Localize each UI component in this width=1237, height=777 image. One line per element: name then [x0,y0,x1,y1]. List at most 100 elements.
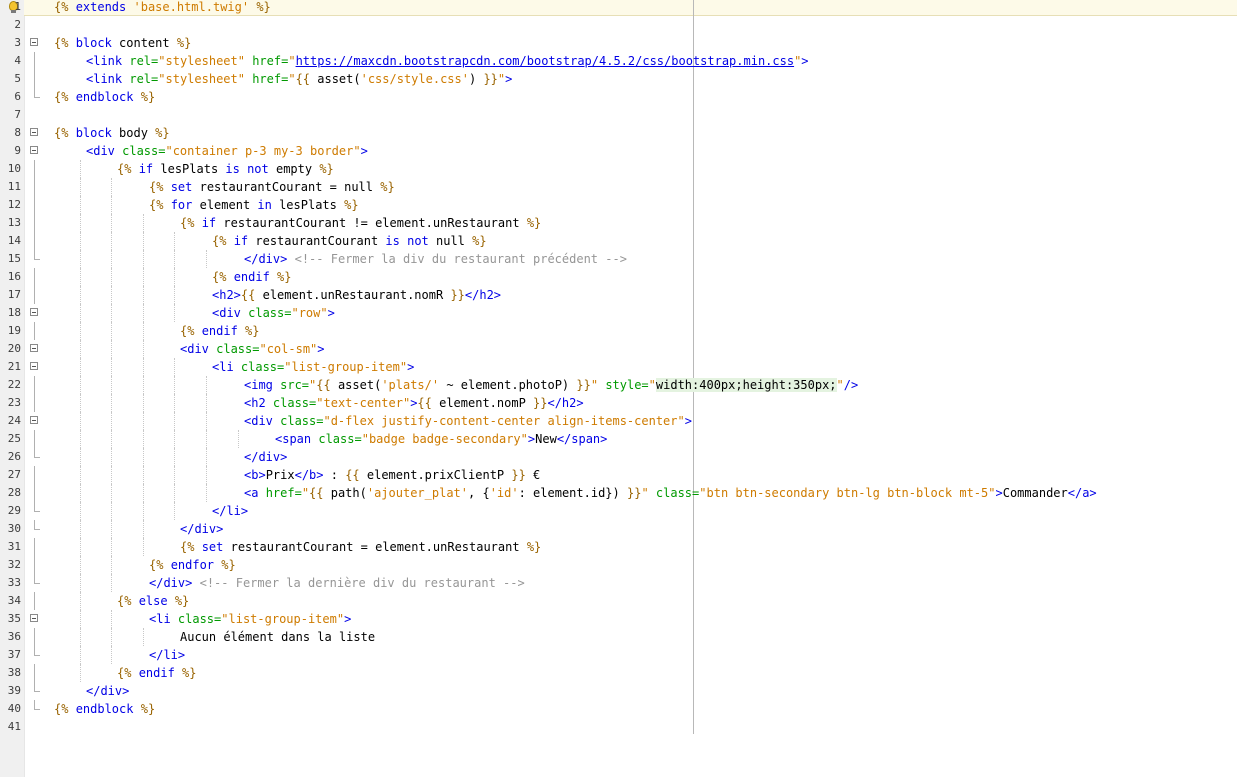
code-text[interactable]: {% endif %} [180,322,260,340]
code-text[interactable]: {% extends 'base.html.twig' %} [54,0,271,16]
code-line[interactable]: 35 <li class="list-group-item"> [0,610,1237,628]
code-line[interactable]: 7 [0,106,1237,124]
code-line[interactable]: 18 <div class="row"> [0,304,1237,322]
code-line[interactable]: 4 <link rel="stylesheet" href="https://ma… [0,52,1237,70]
code-line[interactable]: 3 {% block content %} [0,34,1237,52]
indent-guide [143,628,145,646]
code-text[interactable]: {% if lesPlats is not empty %} [117,160,334,178]
code-text[interactable]: </div> [86,682,129,700]
code-line[interactable]: 40 {% endblock %} [0,700,1237,718]
code-text[interactable]: <div class="row"> [212,304,335,322]
code-text[interactable]: {% endif %} [117,664,197,682]
code-line[interactable]: 8 {% block body %} [0,124,1237,142]
code-text[interactable]: <a href="{{ path('ajouter_plat', {'id': … [244,484,1097,502]
fold-collapse-icon[interactable] [30,146,38,154]
html-tag: > [360,144,368,158]
code-line[interactable]: 1 {% extends 'base.html.twig' %} [0,0,1237,16]
code-line[interactable]: 23 <h2 class="text-center">{{ element.nom… [0,394,1237,412]
code-text[interactable]: </div> <!-- Fermer la div du restaurant … [244,250,627,268]
code-text[interactable]: <div class="col-sm"> [180,340,325,358]
code-line[interactable]: 14 {% if restaurantCourant is not null %} [0,232,1237,250]
code-text[interactable]: {% if restaurantCourant is not null %} [212,232,487,250]
fold-collapse-icon[interactable] [30,362,38,370]
code-text[interactable]: Aucun élément dans la liste [180,628,375,646]
code-line[interactable]: 41 [0,718,1237,736]
code-line[interactable]: 15 </div> <!-- Fermer la div du restauran… [0,250,1237,268]
code-line[interactable]: 36 Aucun élément dans la liste [0,628,1237,646]
code-text[interactable]: <li class="list-group-item"> [212,358,414,376]
code-line[interactable]: 9 <div class="container p-3 my-3 border"> [0,142,1237,160]
fold-collapse-icon[interactable] [30,416,38,424]
code-line[interactable]: 37 </li> [0,646,1237,664]
code-line[interactable]: 19 {% endif %} [0,322,1237,340]
code-text[interactable]: <b>Prix</b> : {{ element.prixClientP }} … [244,466,540,484]
code-text[interactable]: {% else %} [117,592,189,610]
code-text[interactable]: {% for element in lesPlats %} [149,196,359,214]
code-line[interactable]: 11 {% set restaurantCourant = null %} [0,178,1237,196]
code-text[interactable]: {% set restaurantCourant = null %} [149,178,395,196]
code-line[interactable]: 25 <span class="badge badge-secondary">Ne… [0,430,1237,448]
code-line[interactable]: 38 {% endif %} [0,664,1237,682]
code-line[interactable]: 2 [0,16,1237,34]
code-line[interactable]: 13 {% if restaurantCourant != element.unR… [0,214,1237,232]
code-line[interactable]: 22 <img src= " {{ asset('plats/' ~ element.… [0,376,1237,394]
fold-collapse-icon[interactable] [30,614,38,622]
code-line[interactable]: 6 {% endblock %} [0,88,1237,106]
code-text[interactable]: </li> [149,646,185,664]
code-line[interactable]: 39 </div> [0,682,1237,700]
code-text[interactable]: <div class="d-flex justify-content-cente… [244,412,692,430]
code-text[interactable]: {% block body %} [54,124,170,142]
twig-delimiter: }} [626,486,642,500]
code-line[interactable]: 26 </div> [0,448,1237,466]
url-link[interactable]: https://maxcdn.bootstrapcdn.com/bootstra… [296,54,795,68]
string-literal: "list-group-item" [221,612,345,626]
fold-collapse-icon[interactable] [30,308,38,316]
code-line[interactable]: 17 <h2>{{ element.unRestaurant.nomR }}</h… [0,286,1237,304]
indent-guide [143,520,145,538]
fold-collapse-icon[interactable] [30,344,38,352]
code-line[interactable]: 29 </li> [0,502,1237,520]
indent-guide [111,520,113,538]
code-text[interactable]: <h2>{{ element.unRestaurant.nomR }}</h2> [212,286,501,304]
code-text[interactable]: {% block content %} [54,34,191,52]
code-line[interactable]: 27 <b>Prix</b> : {{ element.prixClientP }… [0,466,1237,484]
line-number: 27 [7,468,21,481]
code-text[interactable]: </div> [244,448,287,466]
code-text[interactable]: {% endif %} [212,268,292,286]
code-text[interactable]: <li class="list-group-item"> [149,610,351,628]
code-line[interactable]: 30 </div> [0,520,1237,538]
code-line[interactable]: 5 <link rel="stylesheet" href="{{ asset('… [0,70,1237,88]
code-line[interactable]: 31 {% set restaurantCourant = element.unR… [0,538,1237,556]
code-line[interactable]: 20 <div class="col-sm"> [0,340,1237,358]
indent-guide [206,484,208,502]
code-text[interactable]: {% endblock %} [54,700,155,718]
code-text[interactable]: <link rel="stylesheet" href="https://max… [86,52,809,70]
code-text[interactable]: <span class="badge badge-secondary">New<… [275,430,607,448]
code-text[interactable]: {% endblock %} [54,88,155,106]
code-text[interactable]: </li> [212,502,248,520]
code-line[interactable]: 34 {% else %} [0,592,1237,610]
fold-collapse-icon[interactable] [30,38,38,46]
code-text[interactable]: </div> <!-- Fermer la dernière div du re… [149,574,525,592]
code-text[interactable]: {% if restaurantCourant != element.unRes… [180,214,541,232]
code-line[interactable]: 24 <div class="d-flex justify-content-cen… [0,412,1237,430]
code-line[interactable]: 28 <a href="{{ path('ajouter_plat', {'id'… [0,484,1237,502]
code-line[interactable]: 33 </div> <!-- Fermer la dernière div du … [0,574,1237,592]
code-line[interactable]: 10 {% if lesPlats is not empty %} [0,160,1237,178]
code-text[interactable]: <div class="container p-3 my-3 border"> [86,142,368,160]
code-line[interactable]: 21 <li class="list-group-item"> [0,358,1237,376]
code-line[interactable]: 16 {% endif %} [0,268,1237,286]
code-text[interactable]: <link rel="stylesheet" href="{{ asset('c… [86,70,512,88]
code-line[interactable]: 32 {% endfor %} [0,556,1237,574]
fold-collapse-icon[interactable] [30,128,38,136]
code-text[interactable]: </div> [180,520,223,538]
code-line[interactable]: 12 {% for element in lesPlats %} [0,196,1237,214]
code-text[interactable]: <img src= " {{ asset('plats/' ~ element.ph… [244,376,858,394]
code-text[interactable]: {% set restaurantCourant = element.unRes… [180,538,541,556]
fold-guide-line [34,592,35,610]
code-text[interactable]: <h2 class="text-center">{{ element.nomP … [244,394,584,412]
indent-guide [80,322,82,340]
line-number: 28 [7,486,21,499]
code-text[interactable]: {% endfor %} [149,556,236,574]
plain-text [175,666,182,680]
